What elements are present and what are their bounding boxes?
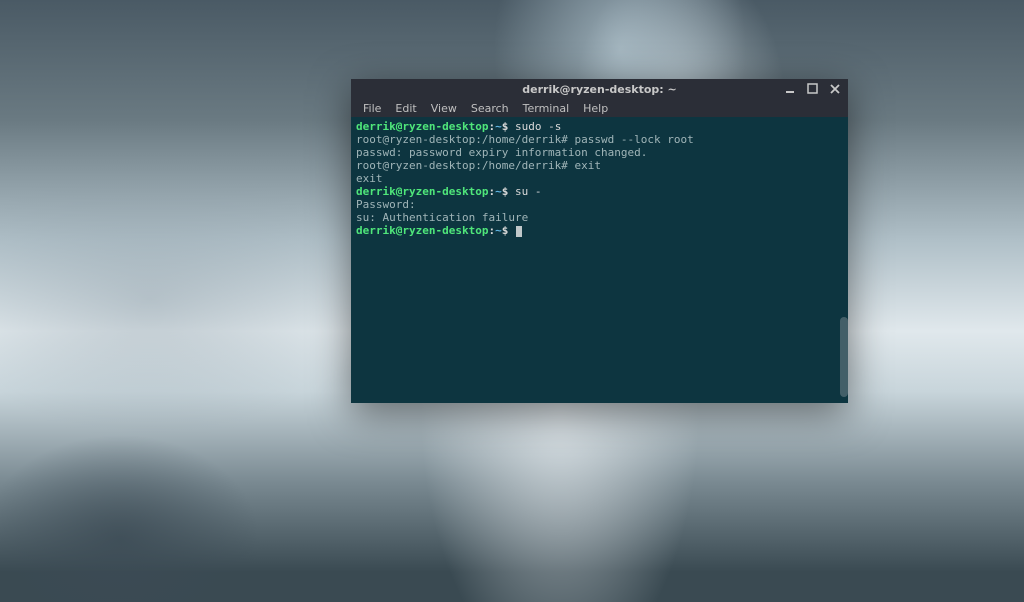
terminal-line: su: Authentication failure: [356, 211, 843, 224]
terminal-line: derrik@ryzen-desktop:~$: [356, 224, 843, 237]
terminal-window: derrik@ryzen-desktop: ~ File Edit View S…: [351, 79, 848, 403]
maximize-button[interactable]: [806, 82, 820, 96]
menu-view[interactable]: View: [425, 101, 463, 116]
menu-terminal[interactable]: Terminal: [517, 101, 576, 116]
window-titlebar[interactable]: derrik@ryzen-desktop: ~: [351, 79, 848, 99]
terminal-line: root@ryzen-desktop:/home/derrik# passwd …: [356, 133, 843, 146]
menu-help[interactable]: Help: [577, 101, 614, 116]
cursor-icon: [516, 226, 522, 237]
scrollbar[interactable]: [840, 317, 848, 397]
terminal-line: derrik@ryzen-desktop:~$ sudo -s: [356, 120, 843, 133]
window-controls: [784, 82, 842, 96]
menu-edit[interactable]: Edit: [389, 101, 422, 116]
terminal-line: Password:: [356, 198, 843, 211]
close-button[interactable]: [828, 82, 842, 96]
minimize-button[interactable]: [784, 82, 798, 96]
menu-search[interactable]: Search: [465, 101, 515, 116]
window-title: derrik@ryzen-desktop: ~: [522, 83, 676, 96]
terminal-line: passwd: password expiry information chan…: [356, 146, 843, 159]
menu-file[interactable]: File: [357, 101, 387, 116]
terminal-line: derrik@ryzen-desktop:~$ su -: [356, 185, 843, 198]
terminal-line: exit: [356, 172, 843, 185]
terminal-output-area[interactable]: derrik@ryzen-desktop:~$ sudo -sroot@ryze…: [351, 117, 848, 403]
terminal-line: root@ryzen-desktop:/home/derrik# exit: [356, 159, 843, 172]
menubar: File Edit View Search Terminal Help: [351, 99, 848, 117]
